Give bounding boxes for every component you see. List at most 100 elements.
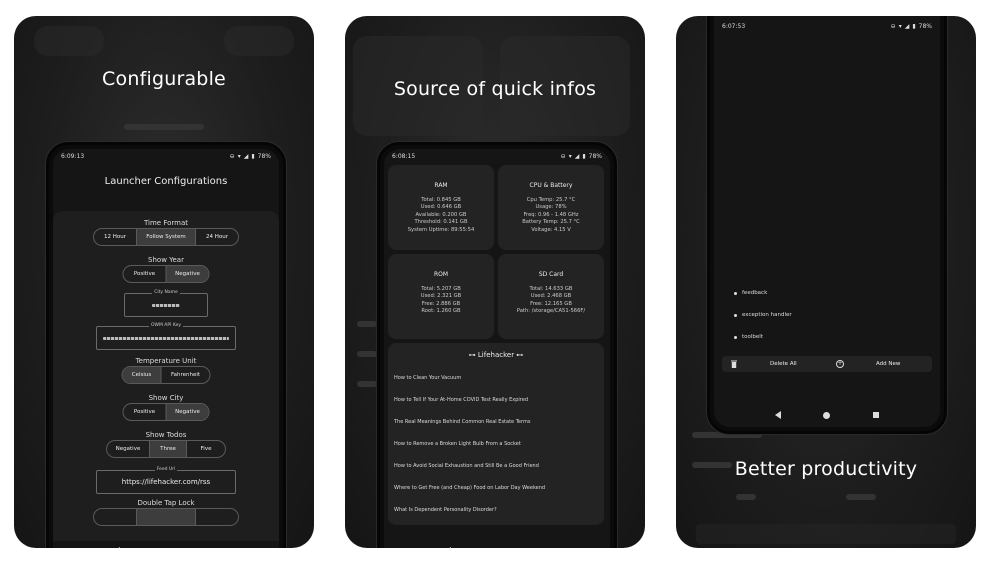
rom-line: Free: 2.886 GB <box>421 300 461 307</box>
home-icon[interactable] <box>162 547 170 548</box>
bullet-icon <box>734 313 737 317</box>
time-format-option-12h[interactable]: 12 Hour <box>94 229 137 245</box>
rom-line: Total: 5.207 GB <box>421 286 461 292</box>
cpu-line: Cpu Temp: 25.7 °C <box>526 197 576 203</box>
rom-line: Used: 2.321 GB <box>420 293 462 300</box>
todo-text: exception handler <box>742 312 792 318</box>
time-format-option-system[interactable]: Follow System <box>137 229 196 245</box>
double-tap-lock-label: Double Tap Lock <box>137 499 195 507</box>
todo-action-bar: Delete All + Add New <box>722 356 932 372</box>
cpu-battery-tile[interactable]: CPU & Battery Cpu Temp: 25.7 °C Usage: 7… <box>498 165 604 250</box>
ram-tile[interactable]: RAM Total: 0.845 GB Used: 0.646 GB Avail… <box>388 165 494 250</box>
sd-line: Path: /storage/CA51-566F/ <box>516 308 586 315</box>
battery-level: 78% <box>588 152 602 160</box>
show-todos-selector: Negative Three Five <box>106 440 226 458</box>
wifi-icon: ▾ <box>568 152 572 160</box>
screenshot-card-configurable: Configurable 6:09:13 ⊖ ▾ ◢ ▮ 78% Launche… <box>14 16 314 548</box>
headline: Source of quick infos <box>393 78 597 100</box>
owm-api-key-value-redacted <box>103 336 229 340</box>
news-feed-panel: ⊶ Lifehacker ⊷ How to Clean Your Vacuum … <box>388 343 604 525</box>
cpu-line: Battery Temp: 25.7 °C <box>522 219 580 226</box>
double-tap-lock-option-1[interactable] <box>94 509 137 525</box>
double-tap-lock-selector <box>93 508 239 526</box>
news-item[interactable]: Where to Get Free (and Cheap) Food on La… <box>394 485 598 491</box>
cpu-line: Voltage: 4.15 V <box>531 226 571 233</box>
news-item[interactable]: How to Avoid Social Exhaustion and Still… <box>394 463 598 469</box>
phone-frame: 6:08:15 ⊖ ▾ ◢ ▮ 78% RAM Total: 0.845 GB … <box>377 142 617 548</box>
bullet-icon <box>734 291 737 295</box>
time-format-label: Time Format <box>143 219 189 227</box>
show-city-option-positive[interactable]: Positive <box>124 404 167 420</box>
status-time: 6:08:15 <box>392 152 416 160</box>
trash-icon[interactable] <box>731 360 737 368</box>
temperature-option-celsius[interactable]: Celsius <box>122 367 162 383</box>
status-time: 6:09:13 <box>61 152 85 160</box>
show-todos-option-three[interactable]: Three <box>150 441 187 457</box>
back-icon[interactable] <box>445 547 452 548</box>
show-city-option-negative[interactable]: Negative <box>166 404 209 420</box>
sd-title: SD Card <box>538 271 564 278</box>
home-icon[interactable] <box>493 547 501 548</box>
todo-text: feedback <box>742 290 768 296</box>
cpu-line: Usage: 78% <box>535 204 567 211</box>
todo-item[interactable]: feedback <box>734 290 767 296</box>
dnd-icon: ⊖ <box>560 152 566 160</box>
sd-card-tile[interactable]: SD Card Total: 14.633 GB Used: 2.468 GB … <box>498 254 604 339</box>
double-tap-lock-option-3[interactable] <box>196 509 238 525</box>
back-icon[interactable] <box>775 411 782 419</box>
temperature-option-fahrenheit[interactable]: Fahrenheit <box>162 367 210 383</box>
signal-icon: ◢ <box>904 22 910 30</box>
add-new-button[interactable]: Add New <box>876 361 900 367</box>
nav-bar <box>384 541 610 548</box>
news-item[interactable]: How to Clean Your Vacuum <box>394 375 598 381</box>
recents-icon[interactable] <box>872 412 879 418</box>
ram-title: RAM <box>434 182 448 189</box>
home-icon[interactable] <box>823 411 831 419</box>
show-year-option-positive[interactable]: Positive <box>124 266 167 282</box>
wifi-icon: ▾ <box>898 22 902 30</box>
back-icon[interactable] <box>114 547 121 548</box>
news-item[interactable]: How to Remove a Broken Light Bulb From a… <box>394 441 598 447</box>
battery-level: 78% <box>918 22 932 30</box>
show-todos-option-five[interactable]: Five <box>187 441 225 457</box>
rom-line: Root: 1.260 GB <box>421 308 461 315</box>
ram-line: Used: 0.646 GB <box>420 204 462 211</box>
rom-tile[interactable]: ROM Total: 5.207 GB Used: 2.321 GB Free:… <box>388 254 494 339</box>
todo-item[interactable]: exception handler <box>734 312 792 318</box>
show-todos-option-negative[interactable]: Negative <box>107 441 150 457</box>
ram-line: System Uptime: 89:55:54 <box>407 226 475 233</box>
show-year-option-negative[interactable]: Negative <box>166 266 209 282</box>
ram-line: Available: 0.200 GB <box>415 211 467 218</box>
show-year-selector: Positive Negative <box>122 265 210 283</box>
sd-line: Used: 2.468 GB <box>530 293 572 300</box>
battery-icon: ▮ <box>251 152 255 160</box>
delete-all-button[interactable]: Delete All <box>770 361 797 367</box>
time-format-option-24h[interactable]: 24 Hour <box>196 229 238 245</box>
screenshot-card-productivity: 6:07:53 ⊖ ▾ ◢ ▮ 78% feedback exception h… <box>676 16 976 548</box>
news-item[interactable]: What Is Dependent Personality Disorder? <box>394 507 598 513</box>
news-item[interactable]: How to Tell If Your At-Home COVID Test R… <box>394 397 598 403</box>
screenshot-card-quick-infos: Source of quick infos 6:08:15 ⊖ ▾ ◢ ▮ 78… <box>345 16 645 548</box>
double-tap-lock-option-2[interactable] <box>137 509 196 525</box>
show-city-selector: Positive Negative <box>122 403 210 421</box>
cpu-title: CPU & Battery <box>529 182 573 189</box>
city-name-field[interactable]: City Name <box>124 290 208 317</box>
feed-url-field[interactable]: Feed Url https://lifehacker.com/rss <box>96 467 236 494</box>
settings-panel: Time Format 12 Hour Follow System 24 Hou… <box>53 211 279 541</box>
phone-screen: 6:07:53 ⊖ ▾ ◢ ▮ 78% feedback exception h… <box>714 16 940 427</box>
ram-line: Total: 0.845 GB <box>421 197 461 203</box>
status-bar: 6:07:53 ⊖ ▾ ◢ ▮ 78% <box>714 19 940 33</box>
cpu-line: Freq: 0.96 - 1.48 GHz <box>523 211 579 218</box>
status-bar: 6:09:13 ⊖ ▾ ◢ ▮ 78% <box>53 149 279 163</box>
owm-api-key-field[interactable]: OWM API Key <box>96 323 236 350</box>
nav-bar <box>53 541 279 548</box>
phone-screen: 6:09:13 ⊖ ▾ ◢ ▮ 78% Launcher Configurati… <box>53 149 279 548</box>
time-format-selector: 12 Hour Follow System 24 Hour <box>93 228 239 246</box>
sd-line: Free: 12.165 GB <box>530 300 572 307</box>
show-todos-label: Show Todos <box>145 431 187 439</box>
news-item[interactable]: The Real Meanings Behind Common Real Est… <box>394 419 598 425</box>
dnd-icon: ⊖ <box>890 22 896 30</box>
show-year-label: Show Year <box>148 256 184 264</box>
add-icon[interactable]: + <box>836 360 844 368</box>
todo-item[interactable]: toolbelt <box>734 334 763 340</box>
